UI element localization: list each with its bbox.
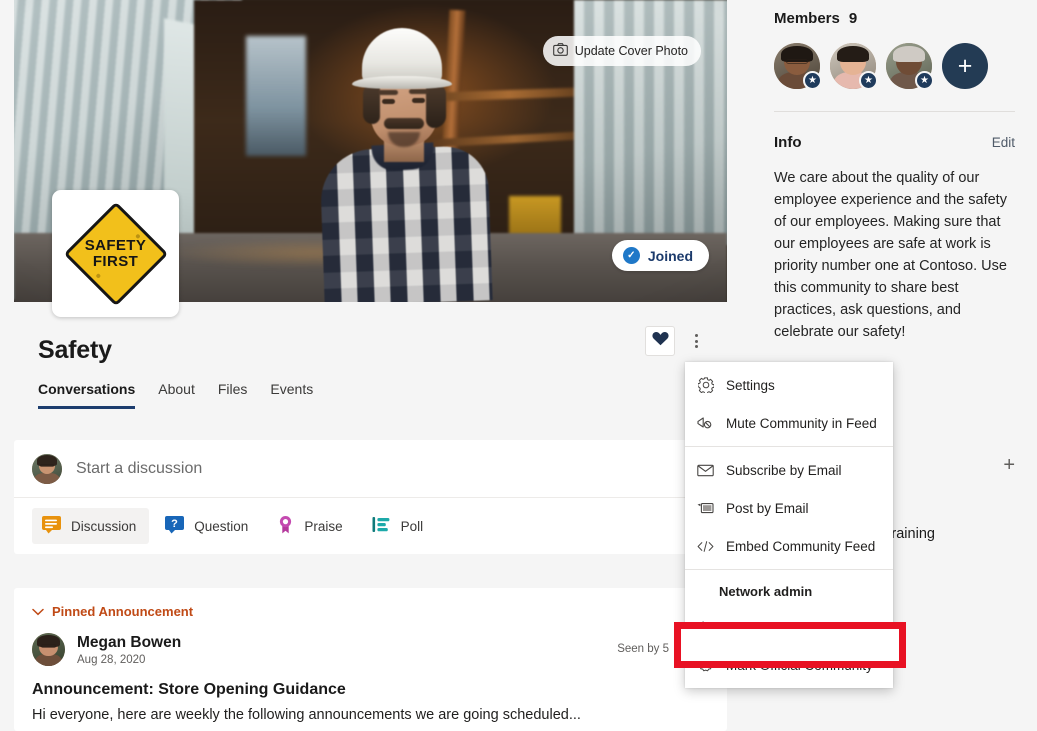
composer-type-label: Praise <box>304 519 342 534</box>
group-header: Safety Conversations About Files Events <box>14 302 727 414</box>
composer-type-question[interactable]: ? Question <box>155 508 261 544</box>
joined-label: Joined <box>648 248 693 264</box>
menu-separator <box>685 569 893 570</box>
tab-about[interactable]: About <box>158 381 195 409</box>
composer-type-label: Question <box>194 519 248 534</box>
star-icon: ★ <box>915 71 934 90</box>
info-header: Info Edit <box>774 134 1015 151</box>
add-member-button[interactable]: + <box>942 43 988 89</box>
group-more-options-button[interactable] <box>681 326 711 356</box>
menu-item-label: Mute Community in Feed <box>726 416 877 431</box>
menu-item-label: Subscribe by Email <box>726 463 842 478</box>
post-author-name[interactable]: Megan Bowen <box>77 633 181 652</box>
member-avatar-1[interactable]: ★ <box>774 43 820 89</box>
community-page: Update Cover Photo ✓ Joined SAFETY FIR <box>0 0 1037 731</box>
praise-icon <box>276 515 295 537</box>
member-avatar-2[interactable]: ★ <box>830 43 876 89</box>
post-author-row: Megan Bowen Aug 28, 2020 <box>32 633 709 666</box>
more-vertical-icon <box>695 334 698 348</box>
post-composer: Start a discussion Discussion ? Question <box>14 440 727 554</box>
info-edit-link[interactable]: Edit <box>992 135 1015 150</box>
update-cover-photo-button[interactable]: Update Cover Photo <box>543 36 701 66</box>
menu-section-label: Network admin <box>719 584 812 599</box>
safety-first-sign-icon: SAFETY FIRST <box>64 202 168 306</box>
poll-icon <box>371 515 392 537</box>
composer-type-discussion[interactable]: Discussion <box>32 508 149 544</box>
group-avatar: SAFETY FIRST <box>52 190 179 317</box>
update-cover-photo-label: Update Cover Photo <box>575 44 688 58</box>
menu-item-label: Settings <box>726 378 775 393</box>
pinned-announcement-header[interactable]: Pinned Announcement <box>32 604 709 619</box>
menu-separator <box>685 446 893 447</box>
avatar-line-2: FIRST <box>93 254 138 270</box>
discussion-icon <box>41 515 62 537</box>
camera-icon <box>553 43 568 59</box>
divider <box>774 111 1015 112</box>
star-icon: ★ <box>859 71 878 90</box>
members-header: Members 9 <box>774 0 1015 27</box>
tab-bar: Conversations About Files Events <box>38 381 313 409</box>
members-count: 9 <box>849 10 857 27</box>
envelope-icon <box>697 464 714 477</box>
avatar-line-1: SAFETY <box>85 238 147 254</box>
main-column: Update Cover Photo ✓ Joined SAFETY FIR <box>0 0 735 731</box>
composer-input-row[interactable]: Start a discussion <box>14 440 727 498</box>
composer-type-bar: Discussion ? Question Praise <box>14 498 727 554</box>
tab-events[interactable]: Events <box>270 381 313 409</box>
svg-text:?: ? <box>171 518 178 530</box>
avatar <box>32 454 62 484</box>
gear-icon <box>697 377 714 393</box>
joined-button[interactable]: ✓ Joined <box>612 240 709 271</box>
tab-conversations[interactable]: Conversations <box>38 381 135 409</box>
menu-item-subscribe-by-email[interactable]: Subscribe by Email <box>685 451 893 489</box>
chevron-down-icon <box>32 604 44 619</box>
group-header-card: Update Cover Photo ✓ Joined SAFETY FIR <box>14 0 727 302</box>
menu-section-network-admin: Network admin <box>685 574 893 608</box>
header-actions <box>645 326 711 356</box>
pinned-badge-label: Pinned Announcement <box>52 604 193 619</box>
menu-item-post-by-email[interactable]: Post by Email <box>685 489 893 527</box>
composer-type-praise[interactable]: Praise <box>267 508 355 544</box>
pinned-post: Pinned Announcement Megan Bowen Aug 28, … <box>14 588 727 731</box>
question-icon: ? <box>164 515 185 537</box>
avatar[interactable] <box>32 633 65 666</box>
member-avatar-list: ★ ★ ★ + <box>774 43 1015 89</box>
menu-item-label: Embed Community Feed <box>726 539 875 554</box>
add-resource-button[interactable]: + <box>1003 455 1015 475</box>
plus-icon: + <box>958 52 973 81</box>
code-icon <box>697 540 714 553</box>
highlight-backdrop <box>681 629 899 661</box>
menu-item-embed-community-feed[interactable]: Embed Community Feed <box>685 527 893 565</box>
post-date: Aug 28, 2020 <box>77 654 181 666</box>
info-body: We care about the quality of our employe… <box>774 167 1015 343</box>
page-title: Safety <box>38 336 112 365</box>
post-by-email-icon <box>697 502 714 515</box>
favorite-button[interactable] <box>645 326 675 356</box>
heart-icon <box>652 331 669 351</box>
menu-item-label: Post by Email <box>726 501 809 516</box>
check-circle-icon: ✓ <box>623 247 640 264</box>
post-body: Hi everyone, here are weekly the followi… <box>32 705 709 727</box>
post-title: Announcement: Store Opening Guidance <box>32 681 709 699</box>
info-title: Info <box>774 134 802 151</box>
composer-type-label: Discussion <box>71 519 136 534</box>
tab-files[interactable]: Files <box>218 381 248 409</box>
composer-type-poll[interactable]: Poll <box>362 508 437 544</box>
seen-by-label: Seen by 5 <box>617 643 669 655</box>
composer-type-label: Poll <box>401 519 424 534</box>
members-title: Members <box>774 10 840 27</box>
menu-item-mute-community-in-feed[interactable]: Mute Community in Feed <box>685 404 893 442</box>
mute-icon <box>697 416 714 430</box>
composer-placeholder: Start a discussion <box>76 460 202 478</box>
menu-item-settings[interactable]: Settings <box>685 366 893 404</box>
star-icon: ★ <box>803 71 822 90</box>
member-avatar-3[interactable]: ★ <box>886 43 932 89</box>
